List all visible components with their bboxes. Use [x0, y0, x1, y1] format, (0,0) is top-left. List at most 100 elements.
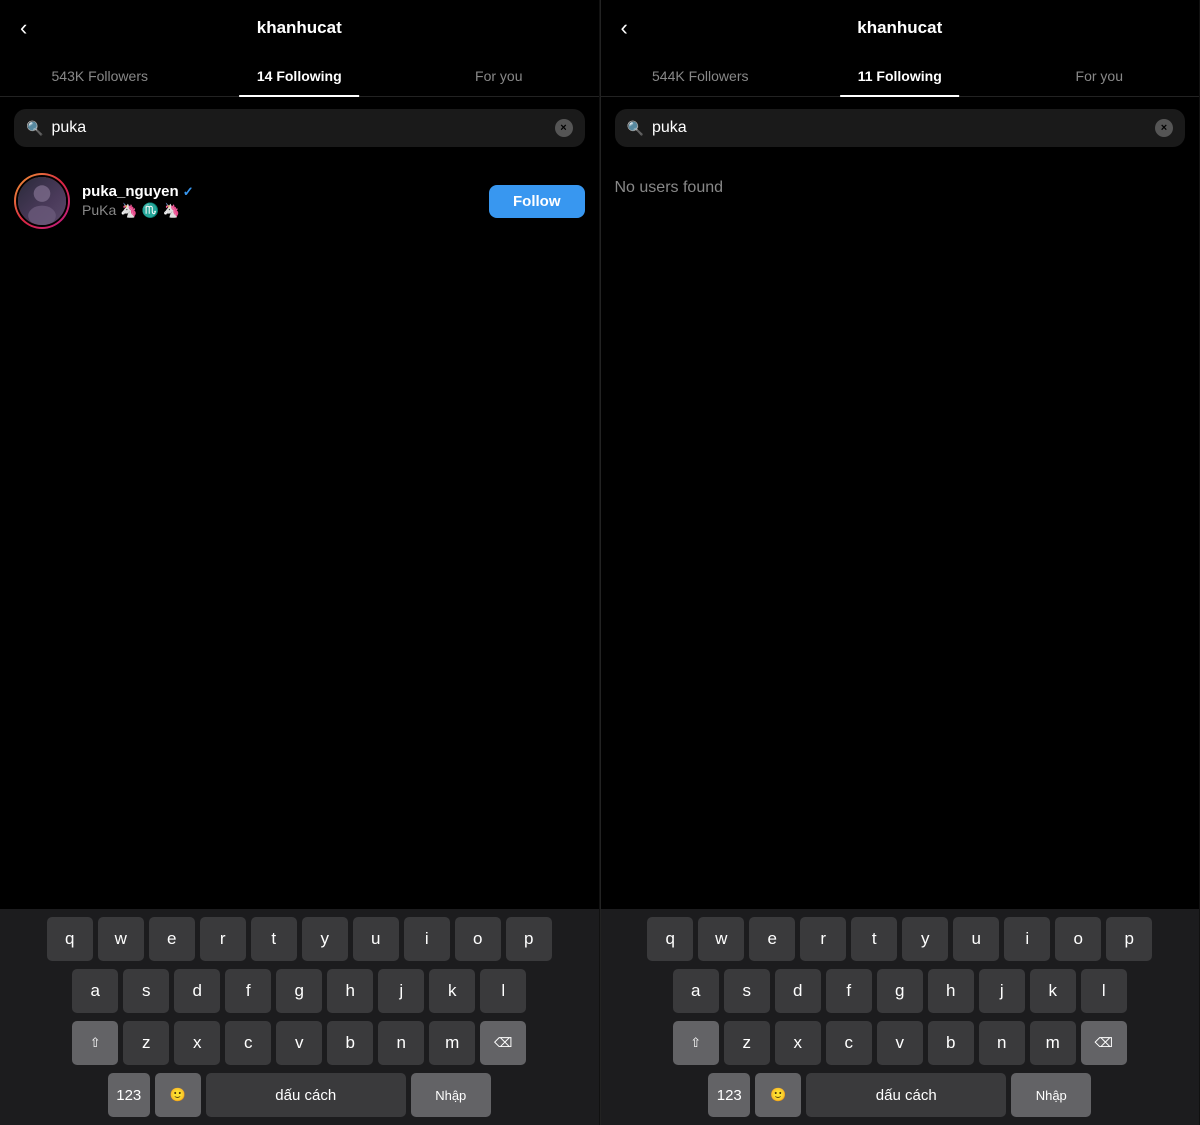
left-key-s[interactable]: s: [123, 969, 169, 1013]
left-search-clear-button[interactable]: ×: [555, 119, 573, 137]
left-tab-following[interactable]: 14 Following: [200, 56, 400, 96]
right-key-q[interactable]: q: [647, 917, 693, 961]
left-key-x[interactable]: x: [174, 1021, 220, 1065]
left-search-icon: 🔍: [26, 120, 43, 137]
left-search-container: 🔍 ×: [0, 97, 599, 159]
left-header: ‹ khanhucat: [0, 0, 599, 56]
left-key-p[interactable]: p: [506, 917, 552, 961]
left-key-q[interactable]: q: [47, 917, 93, 961]
left-key-e[interactable]: e: [149, 917, 195, 961]
right-key-s[interactable]: s: [724, 969, 770, 1013]
right-key-r[interactable]: r: [800, 917, 846, 961]
right-key-b[interactable]: b: [928, 1021, 974, 1065]
right-keyboard-row-1: q w e r t y u i o p: [605, 917, 1196, 961]
left-key-z[interactable]: z: [123, 1021, 169, 1065]
left-key-f[interactable]: f: [225, 969, 271, 1013]
left-key-t[interactable]: t: [251, 917, 297, 961]
left-key-a[interactable]: a: [72, 969, 118, 1013]
right-key-w[interactable]: w: [698, 917, 744, 961]
left-key-v[interactable]: v: [276, 1021, 322, 1065]
right-key-k[interactable]: k: [1030, 969, 1076, 1013]
right-key-emoji[interactable]: 🙂: [755, 1073, 801, 1117]
left-keyboard-row-2: a s d f g h j k l: [4, 969, 595, 1013]
left-key-delete[interactable]: ⌫: [480, 1021, 526, 1065]
right-tabs: 544K Followers 11 Following For you: [601, 56, 1200, 97]
right-key-e[interactable]: e: [749, 917, 795, 961]
left-avatar-wrap: [14, 173, 70, 229]
right-panel: ‹ khanhucat 544K Followers 11 Following …: [601, 0, 1200, 1125]
right-key-f[interactable]: f: [826, 969, 872, 1013]
right-tab-following[interactable]: 11 Following: [800, 56, 1000, 96]
right-search-container: 🔍 ×: [601, 97, 1200, 159]
left-back-button[interactable]: ‹: [16, 11, 31, 45]
left-panel: ‹ khanhucat 543K Followers 14 Following …: [0, 0, 600, 1125]
right-key-l[interactable]: l: [1081, 969, 1127, 1013]
right-key-return[interactable]: Nhập: [1011, 1073, 1091, 1117]
left-search-input[interactable]: [51, 119, 546, 137]
left-key-k[interactable]: k: [429, 969, 475, 1013]
right-key-p[interactable]: p: [1106, 917, 1152, 961]
right-key-j[interactable]: j: [979, 969, 1025, 1013]
right-key-n[interactable]: n: [979, 1021, 1025, 1065]
left-display-name: PuKa 🦄 ♏ 🦄: [82, 202, 477, 219]
left-key-l[interactable]: l: [480, 969, 526, 1013]
left-tab-foryou[interactable]: For you: [399, 56, 599, 96]
left-key-return[interactable]: Nhập: [411, 1073, 491, 1117]
right-key-c[interactable]: c: [826, 1021, 872, 1065]
left-key-h[interactable]: h: [327, 969, 373, 1013]
left-key-shift[interactable]: ⇧: [72, 1021, 118, 1065]
left-key-j[interactable]: j: [378, 969, 424, 1013]
right-key-i[interactable]: i: [1004, 917, 1050, 961]
right-search-input[interactable]: [652, 119, 1147, 137]
left-key-c[interactable]: c: [225, 1021, 271, 1065]
left-key-i[interactable]: i: [404, 917, 450, 961]
left-key-d[interactable]: d: [174, 969, 220, 1013]
left-tab-followers[interactable]: 543K Followers: [0, 56, 200, 96]
right-key-x[interactable]: x: [775, 1021, 821, 1065]
left-key-space[interactable]: dấu cách: [206, 1073, 406, 1117]
right-key-h[interactable]: h: [928, 969, 974, 1013]
left-key-n[interactable]: n: [378, 1021, 424, 1065]
right-key-a[interactable]: a: [673, 969, 719, 1013]
left-username-row: puka_nguyen ✓: [82, 183, 477, 200]
left-follow-button[interactable]: Follow: [489, 185, 585, 218]
right-search-bar: 🔍 ×: [615, 109, 1186, 147]
left-user-info: puka_nguyen ✓ PuKa 🦄 ♏ 🦄: [82, 183, 477, 219]
left-key-emoji[interactable]: 🙂: [155, 1073, 201, 1117]
left-key-u[interactable]: u: [353, 917, 399, 961]
left-key-123[interactable]: 123: [108, 1073, 150, 1117]
right-tab-foryou[interactable]: For you: [1000, 56, 1200, 96]
right-key-y[interactable]: y: [902, 917, 948, 961]
left-header-title: khanhucat: [257, 18, 342, 38]
right-key-o[interactable]: o: [1055, 917, 1101, 961]
left-key-r[interactable]: r: [200, 917, 246, 961]
left-username: puka_nguyen: [82, 183, 179, 200]
right-search-clear-button[interactable]: ×: [1155, 119, 1173, 137]
left-keyboard-bottom: 123 🙂 dấu cách Nhập: [4, 1073, 595, 1117]
left-key-y[interactable]: y: [302, 917, 348, 961]
right-key-t[interactable]: t: [851, 917, 897, 961]
left-key-b[interactable]: b: [327, 1021, 373, 1065]
right-no-users: No users found: [601, 159, 1200, 217]
right-header-title: khanhucat: [857, 18, 942, 38]
right-key-delete[interactable]: ⌫: [1081, 1021, 1127, 1065]
right-tab-followers[interactable]: 544K Followers: [601, 56, 801, 96]
left-search-bar: 🔍 ×: [14, 109, 585, 147]
left-key-g[interactable]: g: [276, 969, 322, 1013]
right-key-v[interactable]: v: [877, 1021, 923, 1065]
left-key-o[interactable]: o: [455, 917, 501, 961]
right-key-m[interactable]: m: [1030, 1021, 1076, 1065]
right-key-z[interactable]: z: [724, 1021, 770, 1065]
right-back-button[interactable]: ‹: [617, 11, 632, 45]
right-key-shift[interactable]: ⇧: [673, 1021, 719, 1065]
left-key-m[interactable]: m: [429, 1021, 475, 1065]
left-verified-badge: ✓: [183, 184, 194, 200]
right-key-space[interactable]: dấu cách: [806, 1073, 1006, 1117]
right-key-g[interactable]: g: [877, 969, 923, 1013]
right-key-u[interactable]: u: [953, 917, 999, 961]
left-tabs: 543K Followers 14 Following For you: [0, 56, 599, 97]
right-key-123[interactable]: 123: [708, 1073, 750, 1117]
left-key-w[interactable]: w: [98, 917, 144, 961]
right-key-d[interactable]: d: [775, 969, 821, 1013]
right-search-icon: 🔍: [627, 120, 644, 137]
